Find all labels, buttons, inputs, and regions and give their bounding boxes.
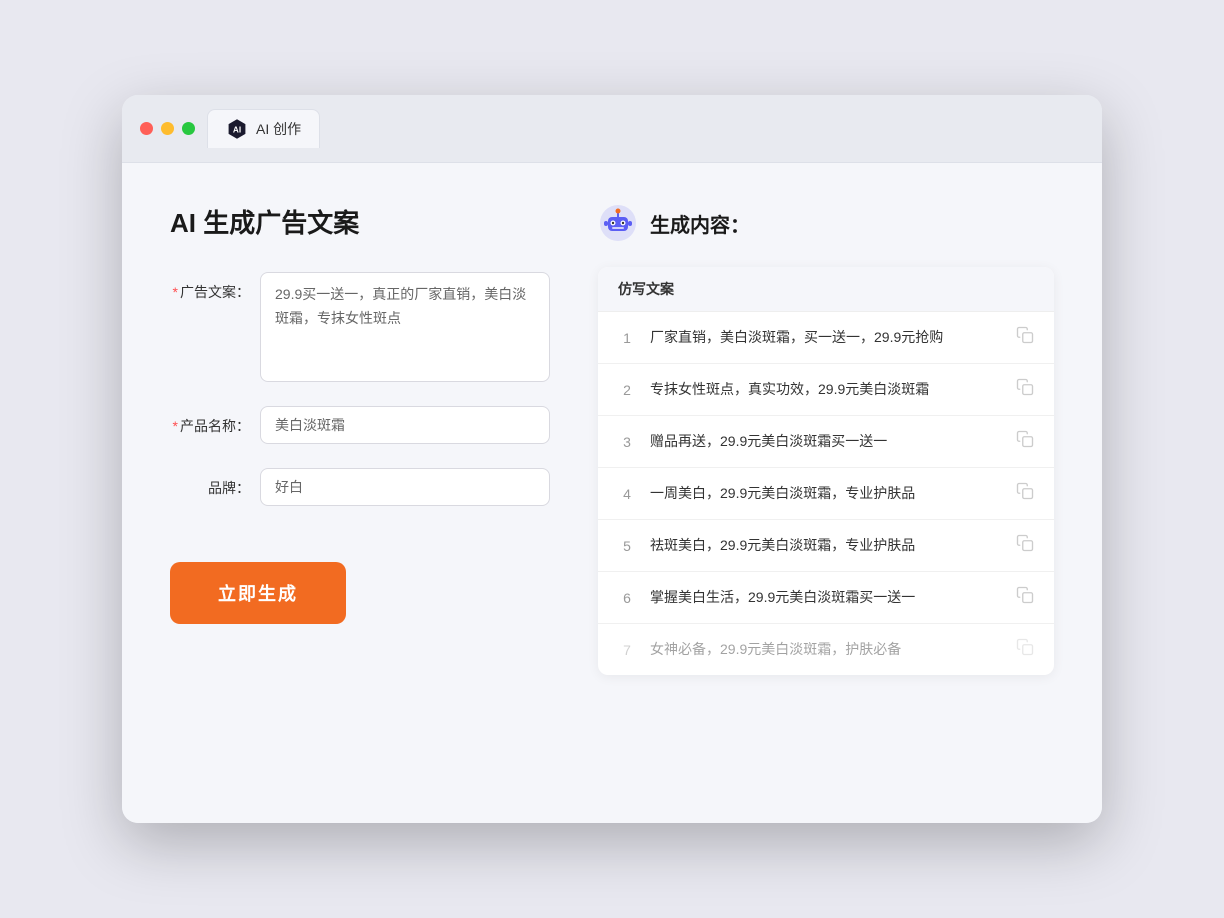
svg-text:AI: AI bbox=[233, 126, 241, 135]
row-text: 厂家直销，美白淡斑霜，买一送一，29.9元抢购 bbox=[650, 327, 1002, 348]
table-row: 1 厂家直销，美白淡斑霜，买一送一，29.9元抢购 bbox=[598, 312, 1054, 364]
maximize-button[interactable] bbox=[182, 122, 195, 135]
row-number: 7 bbox=[618, 642, 636, 658]
ad-copy-textarea[interactable] bbox=[260, 272, 550, 382]
row-number: 4 bbox=[618, 486, 636, 502]
copy-icon[interactable] bbox=[1016, 638, 1034, 661]
generate-button[interactable]: 立即生成 bbox=[170, 562, 346, 624]
result-header: 生成内容： bbox=[598, 203, 1054, 243]
label-ad-copy: *广告文案： bbox=[170, 272, 250, 302]
browser-content: AI 生成广告文案 *广告文案： *产品名称： 品牌： 立即生成 bbox=[122, 163, 1102, 823]
robot-icon bbox=[598, 203, 638, 243]
table-row: 2 专抹女性斑点，真实功效，29.9元美白淡斑霜 bbox=[598, 364, 1054, 416]
results-container: 1 厂家直销，美白淡斑霜，买一送一，29.9元抢购 2 专抹女性斑点，真实功效，29… bbox=[598, 312, 1054, 675]
row-text: 赠品再送，29.9元美白淡斑霜买一送一 bbox=[650, 431, 1002, 452]
row-text: 祛斑美白，29.9元美白淡斑霜，专业护肤品 bbox=[650, 535, 1002, 556]
active-tab[interactable]: AI AI 创作 bbox=[207, 109, 320, 148]
result-title: 生成内容： bbox=[650, 209, 750, 238]
table-row: 6 掌握美白生活，29.9元美白淡斑霜买一送一 bbox=[598, 572, 1054, 624]
title-bar: AI AI 创作 bbox=[122, 95, 1102, 163]
page-title: AI 生成广告文案 bbox=[170, 203, 550, 240]
copy-icon[interactable] bbox=[1016, 534, 1034, 557]
row-text: 女神必备，29.9元美白淡斑霜，护肤必备 bbox=[650, 639, 1002, 660]
row-number: 3 bbox=[618, 434, 636, 450]
table-row: 7 女神必备，29.9元美白淡斑霜，护肤必备 bbox=[598, 624, 1054, 675]
row-text: 掌握美白生活，29.9元美白淡斑霜买一送一 bbox=[650, 587, 1002, 608]
table-row: 4 一周美白，29.9元美白淡斑霜，专业护肤品 bbox=[598, 468, 1054, 520]
row-number: 2 bbox=[618, 382, 636, 398]
row-number: 1 bbox=[618, 330, 636, 346]
copy-icon[interactable] bbox=[1016, 586, 1034, 609]
browser-window: AI AI 创作 AI 生成广告文案 *广告文案： *产品名称： bbox=[122, 95, 1102, 823]
label-brand: 品牌： bbox=[170, 468, 250, 498]
copy-icon[interactable] bbox=[1016, 482, 1034, 505]
required-star-product: * bbox=[173, 418, 178, 434]
row-text: 专抹女性斑点，真实功效，29.9元美白淡斑霜 bbox=[650, 379, 1002, 400]
row-text: 一周美白，29.9元美白淡斑霜，专业护肤品 bbox=[650, 483, 1002, 504]
required-star-ad: * bbox=[173, 284, 178, 300]
copy-icon[interactable] bbox=[1016, 326, 1034, 349]
form-group-product-name: *产品名称： bbox=[170, 406, 550, 444]
traffic-lights bbox=[140, 122, 195, 135]
close-button[interactable] bbox=[140, 122, 153, 135]
form-group-brand: 品牌： bbox=[170, 468, 550, 506]
product-name-input[interactable] bbox=[260, 406, 550, 444]
left-panel: AI 生成广告文案 *广告文案： *产品名称： 品牌： 立即生成 bbox=[170, 203, 550, 783]
row-number: 6 bbox=[618, 590, 636, 606]
copy-icon[interactable] bbox=[1016, 430, 1034, 453]
row-number: 5 bbox=[618, 538, 636, 554]
right-panel: 生成内容： 仿写文案 1 厂家直销，美白淡斑霜，买一送一，29.9元抢购 2 专抹女… bbox=[598, 203, 1054, 783]
ai-tab-icon: AI bbox=[226, 118, 248, 140]
result-table: 仿写文案 1 厂家直销，美白淡斑霜，买一送一，29.9元抢购 2 专抹女性斑点，真实… bbox=[598, 267, 1054, 675]
table-header: 仿写文案 bbox=[598, 267, 1054, 312]
label-product-name: *产品名称： bbox=[170, 406, 250, 436]
form-group-ad-copy: *广告文案： bbox=[170, 272, 550, 382]
table-row: 3 赠品再送，29.9元美白淡斑霜买一送一 bbox=[598, 416, 1054, 468]
brand-input[interactable] bbox=[260, 468, 550, 506]
tab-label: AI 创作 bbox=[256, 119, 301, 139]
copy-icon[interactable] bbox=[1016, 378, 1034, 401]
minimize-button[interactable] bbox=[161, 122, 174, 135]
table-row: 5 祛斑美白，29.9元美白淡斑霜，专业护肤品 bbox=[598, 520, 1054, 572]
